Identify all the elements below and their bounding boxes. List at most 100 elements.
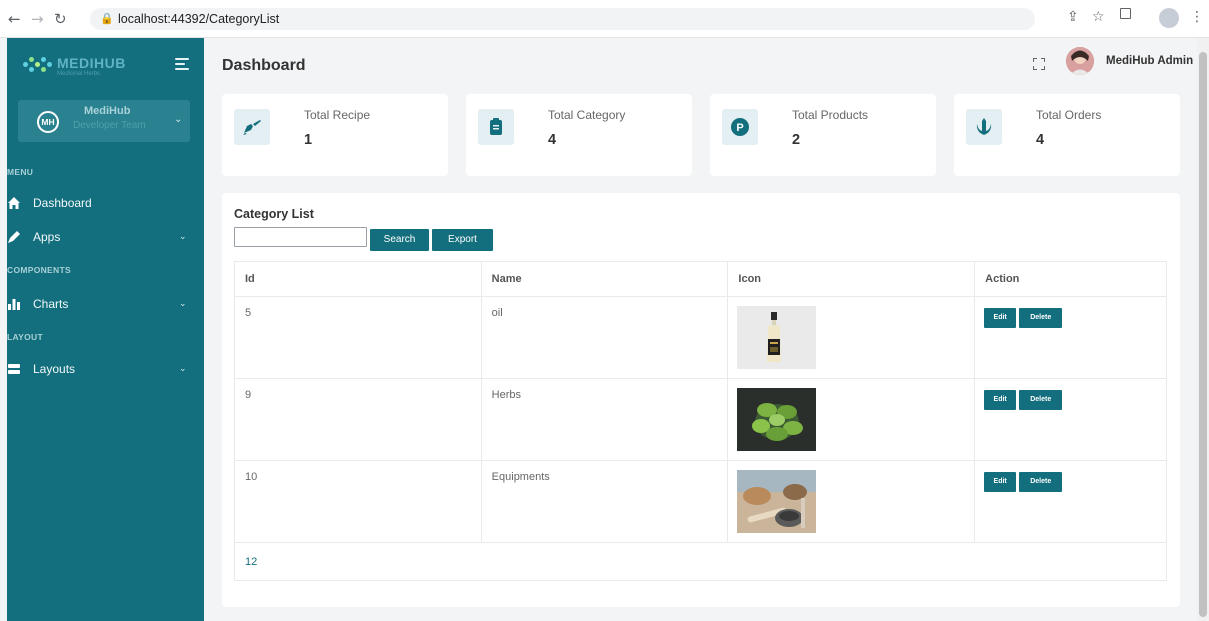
sidebar-item-label: Layouts	[33, 362, 76, 376]
forward-arrow-icon[interactable]: →	[31, 10, 44, 28]
more-menu-icon[interactable]: ⋮	[1190, 9, 1204, 25]
sidebar-item-charts[interactable]: Charts ⌄	[7, 295, 204, 317]
cell-icon	[727, 378, 976, 461]
fullscreen-icon[interactable]	[1033, 58, 1045, 70]
edit-button[interactable]: Edit	[984, 308, 1017, 328]
sidebar-item-apps[interactable]: Apps ⌄	[7, 228, 204, 250]
stat-value: 4	[1036, 132, 1045, 148]
cell-name: oil	[480, 296, 729, 379]
column-header-icon[interactable]: Icon	[727, 261, 976, 297]
brand-name: MEDIHUB	[57, 55, 126, 71]
cell-icon	[727, 296, 976, 379]
table-row: 5 oil Edit Delete	[234, 296, 1167, 379]
product-p-icon: P	[731, 118, 749, 136]
stat-value: 2	[792, 132, 801, 148]
stat-card-category: Total Category 4	[466, 94, 692, 176]
chevron-down-icon: ⌄	[179, 299, 187, 309]
page-title: Dashboard	[222, 57, 306, 74]
browser-profile-icon[interactable]	[1159, 8, 1179, 28]
edit-button[interactable]: Edit	[984, 472, 1017, 492]
section-label-menu: MENU	[7, 167, 34, 177]
cell-name: Herbs	[480, 378, 729, 461]
brand-subtitle: Medicinal Herbs	[57, 71, 101, 77]
sidebar-item-dashboard[interactable]: Dashboard	[7, 194, 204, 216]
mortar-pestle-icon	[243, 120, 261, 135]
pager-row: 12	[234, 542, 1167, 581]
star-icon[interactable]: ☆	[1092, 9, 1105, 25]
stat-icon-box	[234, 109, 270, 145]
browser-toolbar: ← → ↻ 🔒 localhost:44392/CategoryList ⇪ ☆…	[0, 0, 1209, 38]
section-label-components: COMPONENTS	[7, 265, 71, 275]
stat-label: Total Orders	[1036, 108, 1102, 122]
search-button[interactable]: Search	[370, 229, 429, 251]
stat-value: 4	[548, 132, 557, 148]
cell-action: Edit Delete	[974, 460, 1167, 543]
table-header-row: Id Name Icon Action	[234, 261, 1167, 297]
cell-icon	[727, 460, 976, 543]
cell-id: 9	[234, 378, 482, 461]
column-header-name[interactable]: Name	[480, 261, 729, 297]
lock-icon: 🔒	[100, 12, 114, 25]
address-bar[interactable]: 🔒 localhost:44392/CategoryList	[90, 8, 1035, 30]
edit-button[interactable]: Edit	[984, 390, 1017, 410]
sidepanel-icon[interactable]	[1120, 8, 1131, 19]
profile-name[interactable]: MediHub Admin	[1106, 55, 1193, 67]
bar-chart-icon	[8, 299, 20, 310]
share-icon[interactable]: ⇪	[1067, 9, 1079, 25]
svg-text:P: P	[736, 122, 743, 134]
menu-toggle-icon[interactable]	[175, 58, 189, 70]
oil-bottle-image	[737, 306, 817, 369]
category-title: Category List	[234, 207, 314, 221]
stat-icon-box	[966, 109, 1002, 145]
stat-icon-box: P	[722, 109, 758, 145]
stat-label: Total Products	[792, 108, 869, 122]
cell-action: Edit Delete	[974, 378, 1167, 461]
search-input[interactable]	[234, 227, 367, 247]
table-row: 9 Herbs Edit Delete	[234, 378, 1167, 461]
sidebar-item-layouts[interactable]: Layouts ⌄	[7, 360, 204, 382]
cell-name: Equipments	[480, 460, 729, 543]
category-card: Category List Search Export Id Name Icon…	[222, 193, 1180, 607]
logo-dots-icon	[23, 56, 53, 74]
sidebar-item-label: Apps	[33, 230, 61, 244]
team-name: MediHub	[84, 105, 131, 117]
stat-card-products: P Total Products 2	[710, 94, 936, 176]
column-header-action[interactable]: Action	[974, 261, 1167, 297]
delete-button[interactable]: Delete	[1019, 390, 1063, 410]
export-button[interactable]: Export	[432, 229, 493, 251]
herbs-plant-image	[737, 388, 817, 451]
page-scrollbar[interactable]	[1197, 38, 1209, 621]
stat-card-orders: Total Orders 4	[954, 94, 1180, 176]
brand-logo[interactable]: MEDIHUB Medicinal Herbs	[23, 52, 133, 78]
sidebar: MEDIHUB Medicinal Herbs MH MediHub Devel…	[7, 38, 204, 621]
back-arrow-icon[interactable]: ←	[8, 10, 21, 28]
stat-label: Total Category	[548, 108, 626, 122]
jedi-order-icon	[976, 118, 992, 135]
sidebar-item-label: Dashboard	[33, 196, 92, 210]
scrollbar-thumb[interactable]	[1199, 52, 1207, 617]
delete-button[interactable]: Delete	[1019, 472, 1063, 492]
stat-card-recipe: Total Recipe 1	[222, 94, 448, 176]
team-switcher[interactable]: MH MediHub Developer Team ⌄	[18, 100, 190, 142]
cell-id: 5	[234, 296, 482, 379]
team-avatar: MH	[37, 111, 59, 133]
category-table: Id Name Icon Action 5 oil Edit Delete 9 …	[234, 261, 1167, 581]
cell-action: Edit Delete	[974, 296, 1167, 379]
url-text: localhost:44392/CategoryList	[118, 12, 280, 26]
pagination[interactable]: 12	[234, 542, 1167, 581]
sidebar-item-label: Charts	[33, 297, 69, 311]
chevron-down-icon: ⌄	[179, 364, 187, 374]
home-icon	[8, 197, 20, 209]
stat-icon-box	[478, 109, 514, 145]
column-header-id[interactable]: Id	[234, 261, 482, 297]
table-row: 10 Equipments Edit Delete	[234, 460, 1167, 543]
section-label-layout: LAYOUT	[7, 332, 43, 342]
chevron-down-icon: ⌄	[179, 232, 187, 242]
layout-icon	[8, 364, 20, 374]
cell-id: 10	[234, 460, 482, 543]
avatar[interactable]	[1066, 47, 1094, 75]
mortar-tools-image	[737, 470, 817, 533]
delete-button[interactable]: Delete	[1019, 308, 1063, 328]
clipboard-icon	[490, 118, 502, 135]
reload-icon[interactable]: ↻	[54, 10, 67, 28]
